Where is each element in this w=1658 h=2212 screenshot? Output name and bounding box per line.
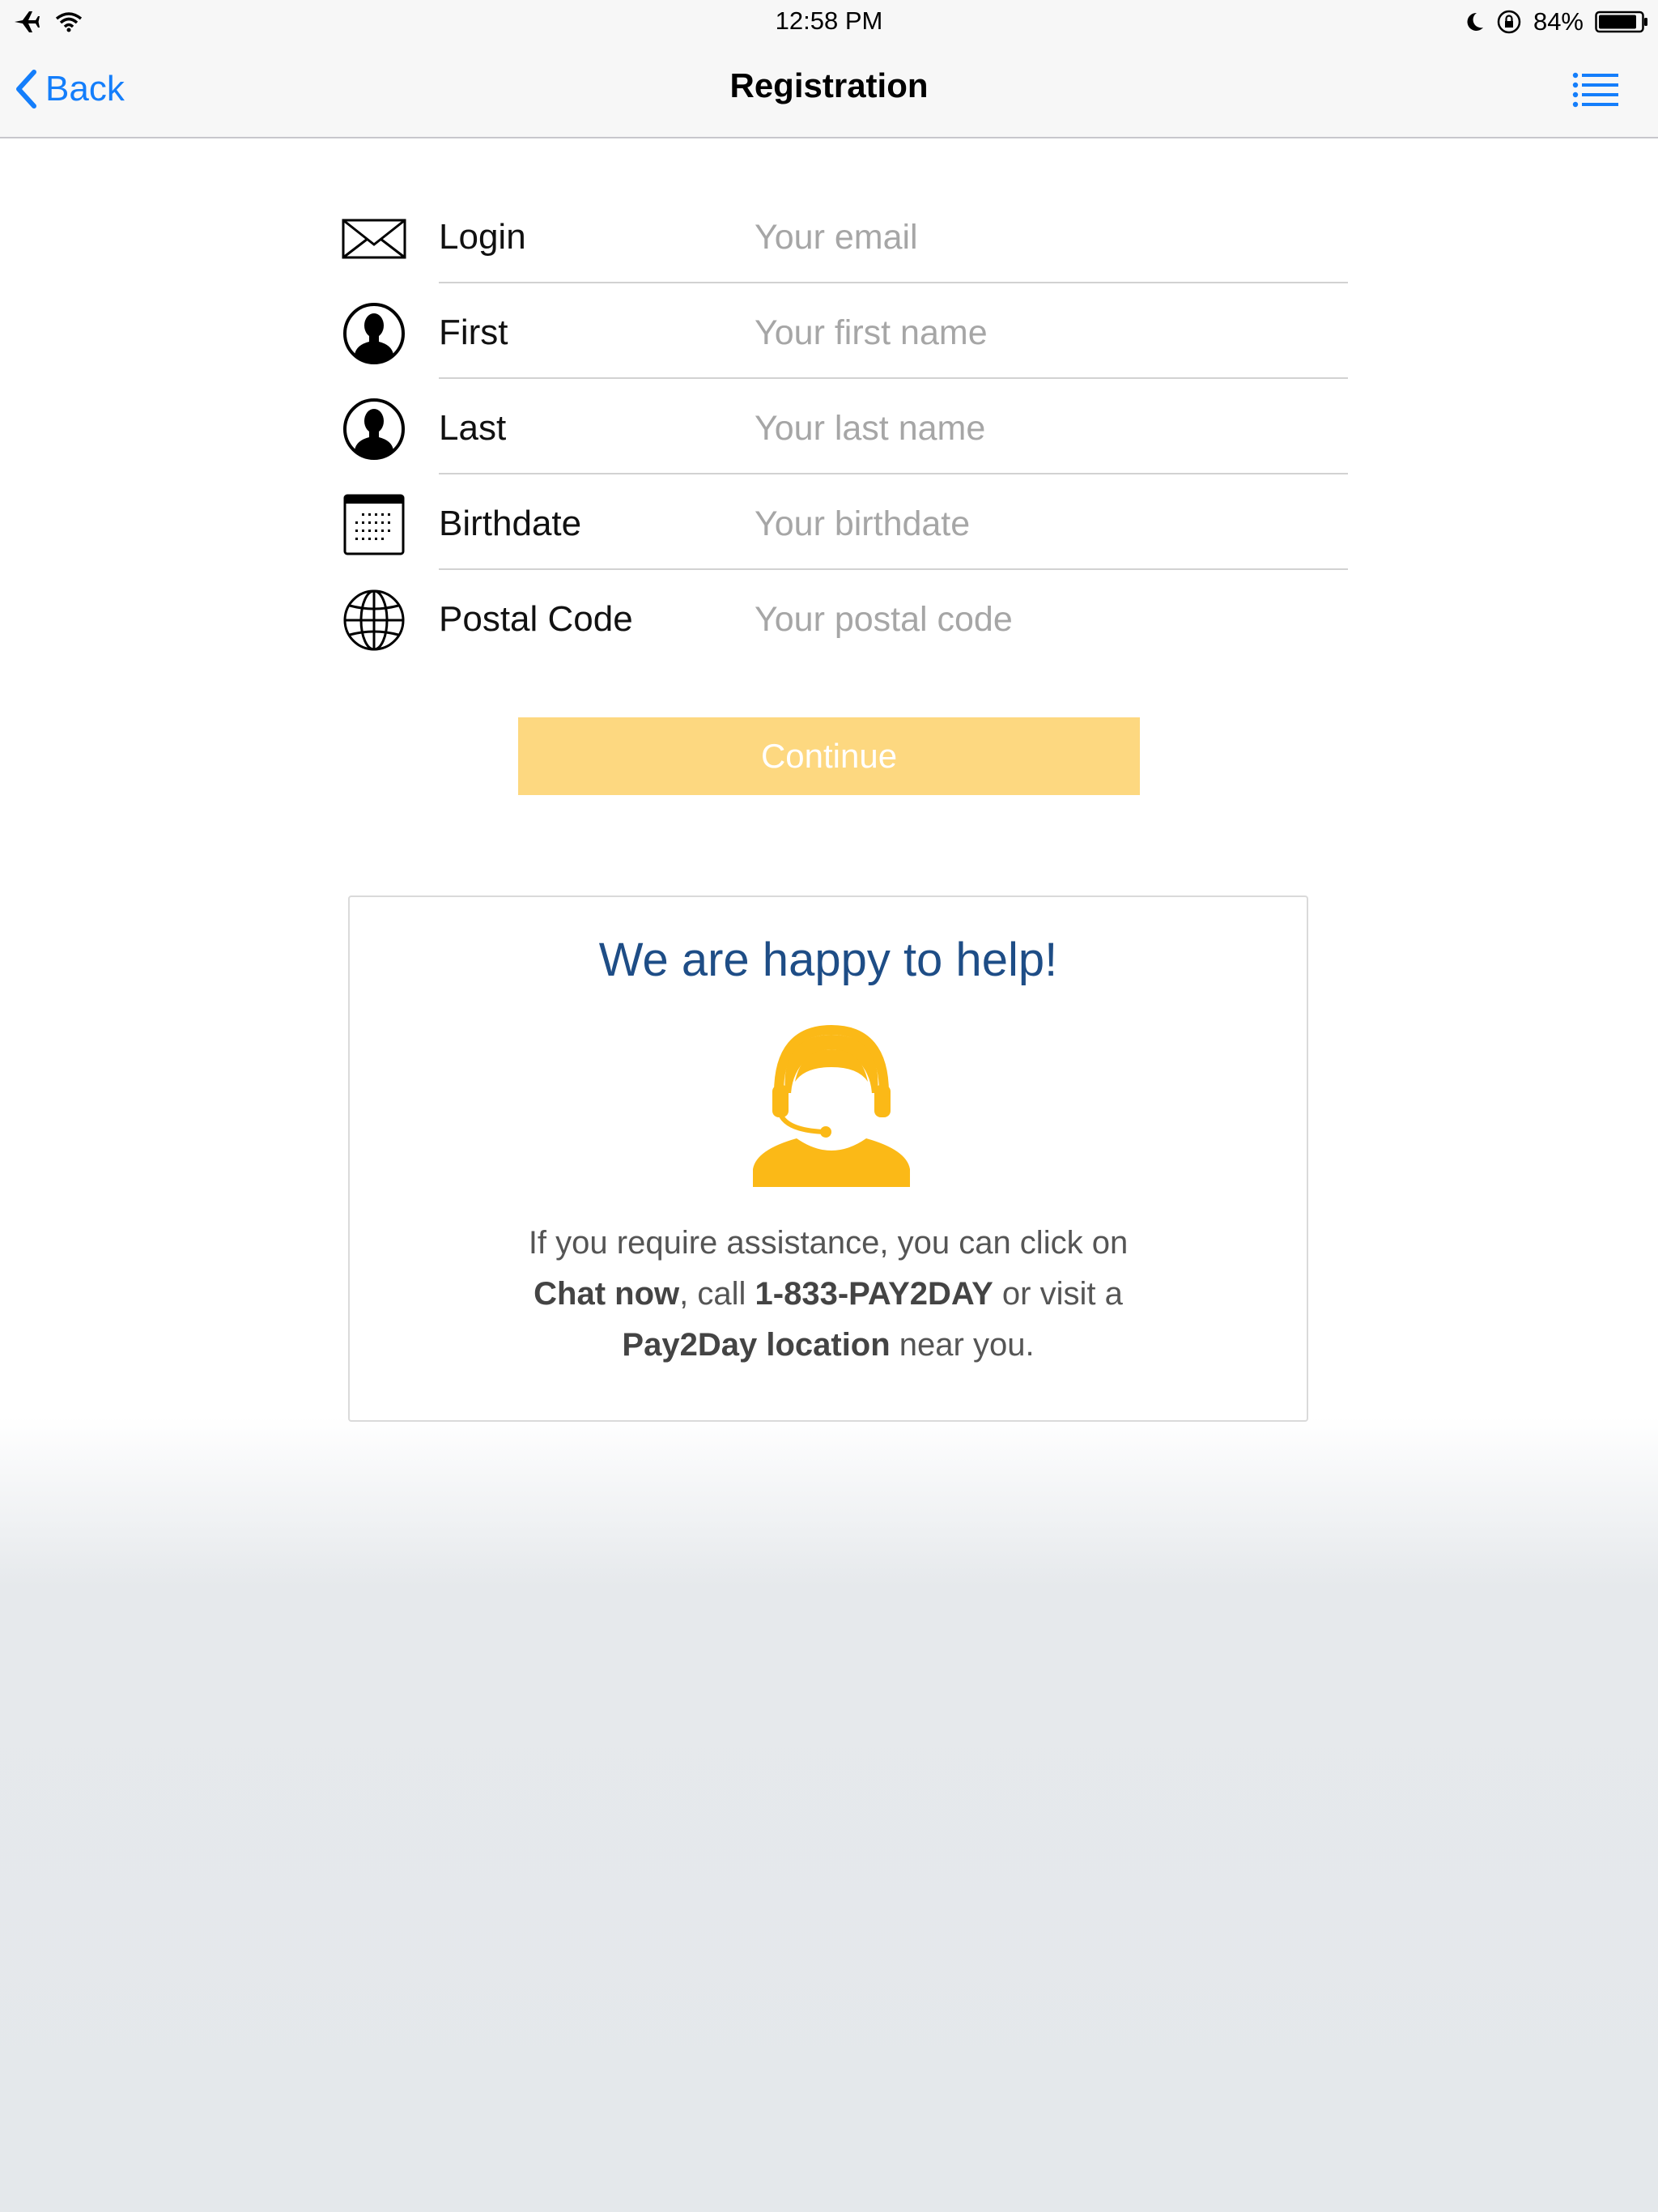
- help-card: We are happy to help! If you require ass…: [348, 895, 1308, 1422]
- envelope-icon: [342, 219, 406, 259]
- help-line-2: Chat now, call 1-833-PAY2DAY or visit a: [350, 1269, 1307, 1320]
- person-icon: [343, 398, 405, 460]
- birthdate-label: Birthdate: [439, 504, 582, 543]
- first-label: First: [439, 313, 508, 352]
- birthdate-input[interactable]: [755, 496, 1321, 552]
- status-right: 84%: [1464, 5, 1648, 39]
- location-link[interactable]: Pay2Day location: [622, 1327, 890, 1363]
- help-title: We are happy to help!: [598, 934, 1058, 986]
- last-name-input[interactable]: [755, 400, 1321, 457]
- person-icon: [343, 303, 405, 364]
- help-text: If you require assistance, you can click…: [350, 1218, 1307, 1371]
- chat-now-link[interactable]: Chat now: [534, 1276, 679, 1312]
- status-bar: 12:58 PM 84%: [0, 0, 1658, 44]
- rotation-lock-icon: [1497, 10, 1521, 34]
- battery-percent: 84%: [1533, 7, 1584, 36]
- nav-bar: Back Registration: [0, 44, 1658, 138]
- birthdate-row: Birthdate: [340, 474, 1348, 570]
- postal-code-label: Postal Code: [439, 599, 633, 639]
- continue-button[interactable]: Continue: [518, 717, 1140, 795]
- first-name-row: First: [340, 283, 1348, 379]
- menu-list-icon[interactable]: [1572, 71, 1619, 108]
- moon-icon: [1467, 12, 1483, 31]
- phone-number[interactable]: 1-833-PAY2DAY: [755, 1276, 993, 1312]
- last-label: Last: [439, 408, 507, 448]
- email-input[interactable]: [755, 209, 1321, 266]
- login-row: Login: [340, 188, 1348, 283]
- calendar-icon: [343, 494, 405, 555]
- near-text: near you.: [890, 1327, 1035, 1363]
- postal-code-input[interactable]: [755, 591, 1321, 648]
- postal-code-row: Postal Code: [340, 570, 1348, 666]
- battery-icon: [1595, 11, 1647, 33]
- first-name-input[interactable]: [755, 304, 1321, 361]
- last-name-row: Last: [340, 379, 1348, 474]
- globe-icon: [343, 589, 405, 651]
- login-label: Login: [439, 217, 526, 257]
- status-time: 12:58 PM: [775, 6, 883, 35]
- registration-form: Login First Last: [340, 188, 1348, 666]
- help-line-1: If you require assistance, you can click…: [528, 1225, 1129, 1261]
- call-text: , call: [679, 1276, 755, 1312]
- help-line-3: Pay2Day location near you.: [350, 1320, 1307, 1371]
- page-title: Registration: [729, 66, 929, 104]
- visit-text: or visit a: [993, 1276, 1123, 1312]
- support-agent-icon: [753, 1024, 910, 1187]
